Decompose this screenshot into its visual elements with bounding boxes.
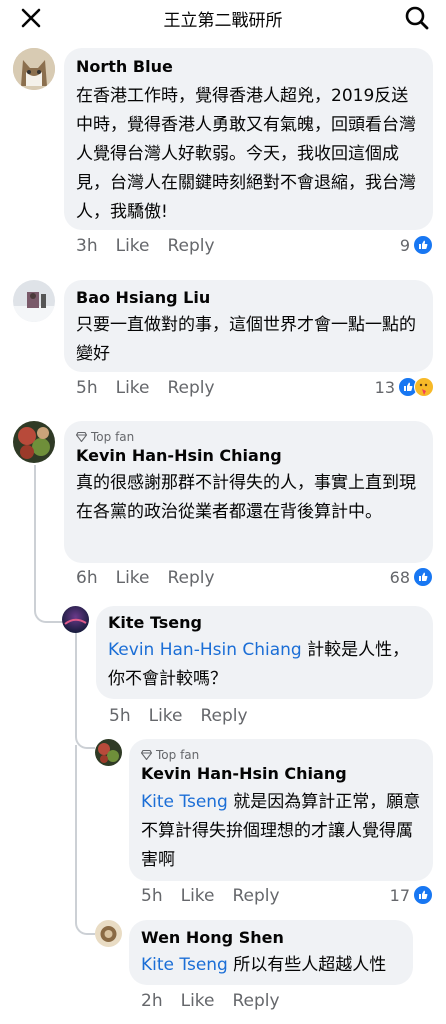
reaction-count[interactable]: 9	[400, 235, 433, 255]
comment-text: Kite Tseng 所以有些人超越人性	[141, 951, 407, 980]
avatar[interactable]	[62, 606, 89, 633]
comment-actions: 5h Like Reply	[141, 886, 280, 906]
top-fan-badge: Top fan	[76, 430, 134, 444]
reaction-count-value: 68	[389, 567, 410, 587]
thread-line	[75, 632, 95, 749]
commenter-name[interactable]: Bao Hsiang Liu	[76, 288, 210, 307]
avatar[interactable]	[13, 421, 55, 463]
reaction-count[interactable]: 68	[390, 567, 433, 587]
reply-button[interactable]: Reply	[168, 236, 215, 256]
commenter-name[interactable]: Wen Hong Shen	[141, 928, 284, 947]
avatar[interactable]	[13, 48, 55, 90]
comment-bubble: North Blue 在香港工作時，覺得香港人超兇，2019反送中時，覺得香港人…	[64, 48, 433, 230]
mention-link[interactable]: Kevin Han-Hsin Chiang	[108, 640, 302, 660]
mention-link[interactable]: Kite Tseng	[141, 792, 228, 812]
commenter-name[interactable]: Kevin Han-Hsin Chiang	[141, 764, 347, 783]
comment-bubble: Bao Hsiang Liu 只要一直做對的事，這個世界才會一點一點的變好	[64, 280, 433, 372]
like-button[interactable]: Like	[181, 886, 215, 906]
top-fan-badge: Top fan	[141, 748, 199, 762]
reaction-count-value: 17	[389, 885, 410, 905]
comment-bubble: Top fan Kevin Han-Hsin Chiang 真的很感謝那群不計得…	[64, 421, 433, 563]
comment-time: 5h	[109, 706, 131, 726]
comment-text: 在香港工作時，覺得香港人超兇，2019反送中時，覺得香港人勇敢又有氣魄，回頭看台…	[76, 86, 416, 222]
top-bar: 王立第二戰研所	[0, 0, 446, 36]
comment-time: 5h	[141, 886, 163, 906]
search-icon[interactable]	[402, 3, 432, 33]
comment-actions: 2h Like Reply	[141, 991, 280, 1011]
reply-button[interactable]: Reply	[168, 568, 215, 588]
comment-time: 6h	[76, 568, 98, 588]
avatar[interactable]	[95, 920, 122, 947]
comment-time: 2h	[141, 991, 163, 1011]
reaction-count[interactable]: 13	[375, 377, 434, 397]
comment-actions: 5h Like Reply	[109, 706, 248, 726]
commenter-name[interactable]: North Blue	[76, 57, 173, 76]
diamond-icon	[76, 432, 87, 442]
like-button[interactable]: Like	[116, 236, 150, 256]
thumbs-up-icon	[413, 567, 433, 587]
comment-text: 只要一直做對的事，這個世界才會一點一點的變好	[76, 315, 416, 364]
comment-body: 所以有些人超越人性	[227, 955, 387, 975]
comment-actions: 5h Like Reply	[76, 378, 215, 398]
reaction-count-value: 13	[374, 377, 395, 397]
thumbs-up-icon	[413, 235, 433, 255]
commenter-name[interactable]: Kite Tseng	[108, 613, 202, 632]
comment-bubble: Kite Tseng Kevin Han-Hsin Chiang 計較是人性，你…	[96, 606, 433, 699]
reply-button[interactable]: Reply	[233, 991, 280, 1011]
like-button[interactable]: Like	[116, 378, 150, 398]
comment-text: Kite Tseng 就是因為算計正常，願意不算計得失拚個理想的才讓人覺得厲害啊	[141, 788, 425, 875]
like-button[interactable]: Like	[181, 991, 215, 1011]
thumbs-up-icon	[413, 885, 433, 905]
reply-button[interactable]: Reply	[201, 706, 248, 726]
top-fan-label: Top fan	[156, 748, 200, 762]
comment-text: Kevin Han-Hsin Chiang 計較是人性，你不會計較嗎？	[108, 636, 421, 694]
like-button[interactable]: Like	[116, 568, 150, 588]
like-button[interactable]: Like	[149, 706, 183, 726]
mention-link[interactable]: Kite Tseng	[141, 955, 228, 975]
thread-line	[34, 465, 64, 623]
page-title: 王立第二戰研所	[163, 11, 283, 31]
commenter-name[interactable]: Kevin Han-Hsin Chiang	[76, 446, 282, 465]
comment-text: 真的很感謝那群不計得失的人，事實上直到現在各黨的政治從業者都還在背後算計中。	[76, 473, 416, 522]
diamond-icon	[141, 750, 152, 760]
reaction-count[interactable]: 17	[390, 885, 433, 905]
comment-bubble: Top fan Kevin Han-Hsin Chiang Kite Tseng…	[129, 739, 433, 881]
avatar[interactable]	[13, 280, 55, 322]
avatar[interactable]	[95, 739, 122, 766]
thread-line	[75, 745, 95, 935]
reply-button[interactable]: Reply	[168, 378, 215, 398]
reply-button[interactable]: Reply	[233, 886, 280, 906]
comment-time: 3h	[76, 236, 98, 256]
comment-bubble: Wen Hong Shen Kite Tseng 所以有些人超越人性	[129, 920, 413, 985]
comment-actions: 3h Like Reply	[76, 236, 215, 256]
comment-time: 5h	[76, 378, 98, 398]
comment-actions: 6h Like Reply	[76, 568, 215, 588]
reaction-count-value: 9	[399, 235, 410, 255]
top-fan-label: Top fan	[91, 430, 135, 444]
care-reaction-icon	[414, 377, 434, 397]
